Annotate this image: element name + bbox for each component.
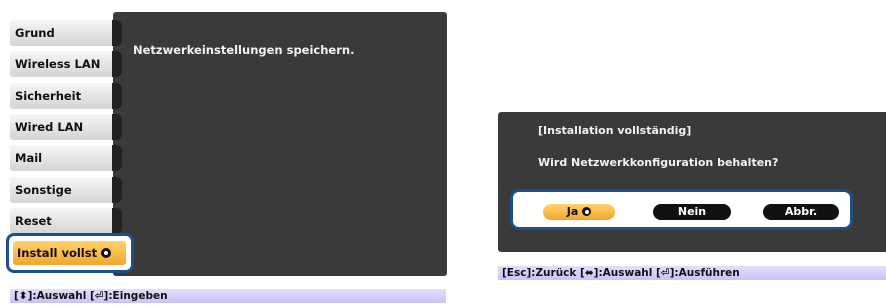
dialog-button-group: Ja Nein Abbr.: [510, 189, 853, 230]
sidebar-item-wireless-lan[interactable]: Wireless LAN: [10, 51, 122, 77]
yes-button-label: Ja: [566, 205, 579, 218]
confirmation-dialog: [Installation vollständig] Wird Netzwerk…: [498, 112, 886, 252]
sidebar-item-label: Install vollst: [17, 246, 98, 260]
right-footer-help: [Esc]:Zurück [⬌]:Auswahl [⏎]:Ausführen: [498, 266, 886, 280]
panel-message: Netzwerkeinstellungen speichern.: [133, 43, 355, 57]
yes-button[interactable]: Ja: [543, 204, 615, 220]
enter-icon: [582, 207, 592, 216]
no-button[interactable]: Nein: [653, 204, 731, 220]
sidebar-item-reset[interactable]: Reset: [10, 208, 122, 234]
sidebar-item-sonstige[interactable]: Sonstige: [10, 177, 122, 203]
sidebar-item-mail[interactable]: Mail: [10, 145, 122, 171]
enter-icon: [101, 248, 112, 258]
cancel-button[interactable]: Abbr.: [763, 204, 839, 220]
no-button-label: Nein: [677, 205, 707, 218]
dialog-title: [Installation vollständig]: [538, 124, 692, 137]
sidebar-item-grund[interactable]: Grund: [10, 20, 122, 46]
sidebar-item-install-vollst[interactable]: Install vollst: [13, 241, 126, 265]
install-vollst-focus-frame: Install vollst: [6, 233, 134, 273]
left-footer-help: [⬍]:Auswahl [⏎]:Eingeben: [10, 289, 446, 303]
cancel-button-label: Abbr.: [784, 205, 818, 218]
sidebar-item-sicherheit[interactable]: Sicherheit: [10, 83, 122, 109]
settings-content-panel: Netzwerkeinstellungen speichern.: [113, 12, 447, 276]
dialog-question: Wird Netzwerkkonfiguration behalten?: [538, 156, 779, 169]
sidebar-item-wired-lan[interactable]: Wired LAN: [10, 114, 122, 140]
